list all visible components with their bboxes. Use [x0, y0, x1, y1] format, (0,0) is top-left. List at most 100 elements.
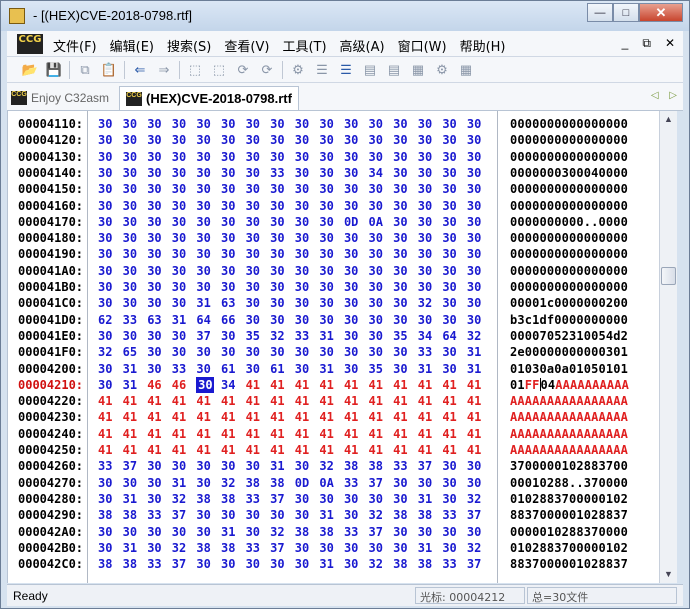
hex-byte[interactable]: 33	[295, 328, 320, 344]
hex-byte[interactable]: 30	[221, 344, 246, 360]
hex-byte[interactable]: 30	[147, 165, 172, 181]
hex-byte[interactable]: 30	[123, 230, 148, 246]
hex-byte[interactable]: 41	[123, 409, 148, 425]
hex-byte[interactable]: 38	[295, 524, 320, 540]
hex-byte[interactable]: 30	[319, 295, 344, 311]
hex-byte[interactable]: 30	[246, 295, 271, 311]
hex-byte[interactable]: 32	[369, 556, 394, 572]
hex-byte[interactable]: 30	[147, 230, 172, 246]
hex-byte[interactable]: 41	[123, 442, 148, 458]
hex-byte[interactable]: 30	[147, 181, 172, 197]
hex-byte[interactable]: 30	[442, 132, 467, 148]
hex-byte[interactable]: 30	[196, 361, 221, 377]
hex-byte[interactable]: 30	[418, 263, 443, 279]
hex-byte[interactable]: 30	[196, 344, 221, 360]
hex-byte[interactable]: 30	[172, 458, 197, 474]
hex-byte[interactable]: 30	[98, 116, 123, 132]
hex-byte[interactable]: 33	[442, 556, 467, 572]
hex-byte[interactable]: 30	[123, 198, 148, 214]
menu-item[interactable]: 文件(F)	[53, 36, 97, 55]
hex-byte[interactable]: 30	[147, 540, 172, 556]
forward-arrow-icon[interactable]: ⇒	[155, 61, 173, 79]
hex-byte[interactable]: 30	[295, 295, 320, 311]
hex-byte[interactable]: 30	[393, 132, 418, 148]
tool-icon-3[interactable]: ⟳	[234, 61, 252, 79]
hex-byte[interactable]: 30	[295, 361, 320, 377]
hex-byte[interactable]: 30	[369, 279, 394, 295]
hex-byte[interactable]: 32	[270, 524, 295, 540]
hex-byte[interactable]: 30	[270, 214, 295, 230]
hex-byte[interactable]: 30	[344, 149, 369, 165]
hex-byte[interactable]: 30	[418, 149, 443, 165]
hex-byte[interactable]: 30	[344, 328, 369, 344]
hex-byte[interactable]: 30	[442, 181, 467, 197]
hex-byte[interactable]: 30	[270, 279, 295, 295]
hex-byte[interactable]: 30	[319, 263, 344, 279]
hex-byte[interactable]: 30	[442, 458, 467, 474]
hex-byte[interactable]: 30	[369, 491, 394, 507]
hex-byte[interactable]: 30	[246, 116, 271, 132]
hex-byte[interactable]: 30	[319, 540, 344, 556]
hex-byte[interactable]: 30	[369, 181, 394, 197]
hex-byte[interactable]: 37	[467, 507, 492, 523]
hex-byte[interactable]: 41	[393, 442, 418, 458]
hex-byte[interactable]: 30	[270, 149, 295, 165]
hex-byte[interactable]: 30	[196, 376, 215, 393]
tool-icon-12[interactable]: ▦	[457, 61, 475, 79]
hex-byte[interactable]: 30	[319, 312, 344, 328]
hex-byte[interactable]: 30	[196, 524, 221, 540]
hex-byte[interactable]: 37	[196, 328, 221, 344]
hex-byte[interactable]: 30	[221, 328, 246, 344]
hex-byte[interactable]: 30	[319, 116, 344, 132]
hex-byte[interactable]: 38	[270, 475, 295, 491]
hex-byte[interactable]: 30	[418, 475, 443, 491]
hex-byte[interactable]: 33	[98, 458, 123, 474]
hex-byte[interactable]: 41	[196, 426, 221, 442]
hex-byte[interactable]: 30	[98, 377, 123, 393]
hex-byte[interactable]: 31	[196, 295, 221, 311]
hex-byte[interactable]: 30	[172, 149, 197, 165]
hex-byte[interactable]: 30	[196, 116, 221, 132]
hex-byte[interactable]: 0A	[369, 214, 394, 230]
hex-byte[interactable]: 32	[467, 540, 492, 556]
hex-byte[interactable]: 30	[221, 181, 246, 197]
hex-byte[interactable]: 30	[344, 507, 369, 523]
hex-byte[interactable]: 30	[319, 198, 344, 214]
hex-byte[interactable]: 63	[221, 295, 246, 311]
hex-byte[interactable]: 64	[442, 328, 467, 344]
hex-byte[interactable]: 30	[295, 181, 320, 197]
hex-byte[interactable]: 30	[467, 165, 492, 181]
mdi-minimize-button[interactable]: _	[622, 36, 629, 51]
hex-byte[interactable]: 30	[123, 165, 148, 181]
hex-byte[interactable]: 41	[270, 409, 295, 425]
hex-byte[interactable]: 30	[393, 263, 418, 279]
hex-byte[interactable]: 30	[442, 524, 467, 540]
hex-byte[interactable]: 30	[246, 198, 271, 214]
hex-byte[interactable]: 30	[393, 149, 418, 165]
hex-byte[interactable]: 30	[147, 295, 172, 311]
hex-byte[interactable]: 34	[369, 165, 394, 181]
hex-byte[interactable]: 30	[98, 149, 123, 165]
hex-byte[interactable]: 33	[147, 556, 172, 572]
hex-byte[interactable]: 30	[221, 279, 246, 295]
tool-icon-11[interactable]: ⚙	[433, 61, 451, 79]
hex-byte[interactable]: 30	[467, 458, 492, 474]
hex-byte[interactable]: 30	[221, 198, 246, 214]
hex-byte[interactable]: 30	[196, 132, 221, 148]
hex-byte[interactable]: 61	[221, 361, 246, 377]
copy-icon[interactable]: ⧉	[76, 61, 94, 79]
hex-byte[interactable]: 30	[221, 507, 246, 523]
hex-byte[interactable]: 30	[196, 475, 221, 491]
hex-byte[interactable]: 41	[246, 377, 271, 393]
hex-byte[interactable]: 31	[123, 361, 148, 377]
hex-byte[interactable]: 30	[123, 524, 148, 540]
hex-byte[interactable]: 30	[172, 279, 197, 295]
hex-byte[interactable]: 30	[442, 246, 467, 262]
hex-byte[interactable]: 30	[270, 181, 295, 197]
hex-byte[interactable]: 30	[123, 132, 148, 148]
hex-byte[interactable]: 30	[270, 263, 295, 279]
hex-byte[interactable]: 46	[172, 377, 197, 393]
hex-byte[interactable]: 30	[98, 524, 123, 540]
hex-byte[interactable]: 30	[344, 279, 369, 295]
hex-byte[interactable]: 30	[319, 149, 344, 165]
